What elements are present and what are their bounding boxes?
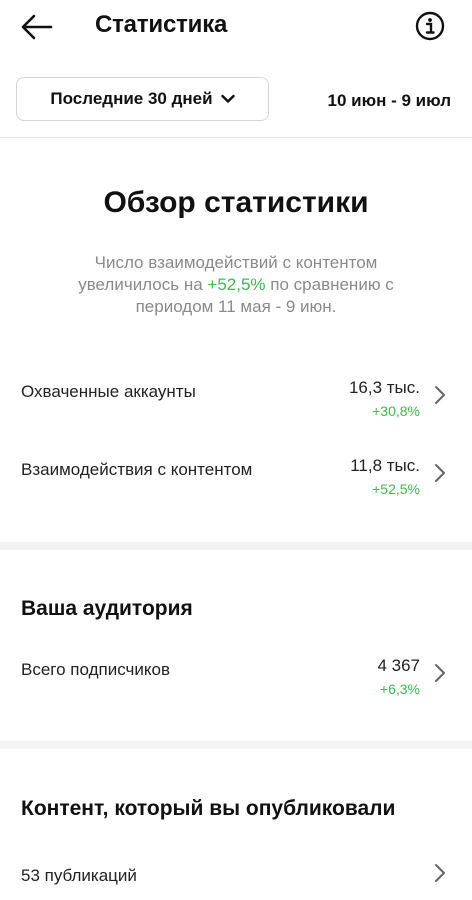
metric-value: 11,8 тыс.	[350, 456, 420, 475]
metric-change: +30,8%	[372, 403, 420, 419]
chevron-right-icon	[435, 386, 445, 404]
metric-value: 4 367	[377, 656, 420, 675]
metric-label: Взаимодействия с контентом	[21, 460, 253, 479]
range-label: Последние 30 дней	[50, 89, 213, 108]
chevron-down-icon	[220, 94, 235, 103]
overview-highlight: +52,5%	[207, 275, 266, 294]
metric-change: +6,3%	[379, 681, 420, 697]
info-button[interactable]	[414, 10, 446, 42]
date-range-text: 10 июн - 9 июл	[327, 91, 452, 110]
top-bar: Статистика	[0, 0, 472, 54]
metric-label: Охваченные аккаунты	[21, 382, 196, 401]
page-title: Статистика	[95, 11, 228, 38]
overview-title: Обзор статистики	[103, 186, 369, 219]
filter-bar: Последние 30 дней 10 июн - 9 июл	[0, 76, 472, 124]
chevron-right-icon	[435, 464, 445, 482]
chevron-right-icon	[435, 864, 445, 882]
back-button[interactable]	[20, 12, 54, 42]
chevron-right-icon	[435, 664, 445, 682]
metric-row-publications[interactable]: 53 публикаций	[0, 862, 472, 896]
audience-title: Ваша аудитория	[21, 597, 193, 620]
metric-row-total-followers[interactable]: Всего подписчиков 4 367 +6,3%	[0, 656, 472, 712]
date-range-dropdown[interactable]: Последние 30 дней	[16, 77, 269, 121]
section-separator	[0, 542, 472, 550]
metric-row-content-interactions[interactable]: Взаимодействия с контентом 11,8 тыс. +52…	[0, 456, 472, 512]
metric-label: 53 публикаций	[21, 866, 137, 885]
metric-change: +52,5%	[372, 481, 420, 497]
arrow-left-icon	[21, 14, 53, 40]
info-circle-icon	[415, 11, 445, 41]
overview-summary: Число взаимодействий с контентом увеличи…	[56, 252, 416, 318]
section-separator	[0, 741, 472, 749]
metric-row-reached-accounts[interactable]: Охваченные аккаунты 16,3 тыс. +30,8%	[0, 378, 472, 434]
metric-label: Всего подписчиков	[21, 660, 170, 679]
content-title: Контент, который вы опубликовали	[21, 797, 396, 820]
header-divider	[0, 137, 472, 138]
metric-value: 16,3 тыс.	[348, 378, 420, 397]
